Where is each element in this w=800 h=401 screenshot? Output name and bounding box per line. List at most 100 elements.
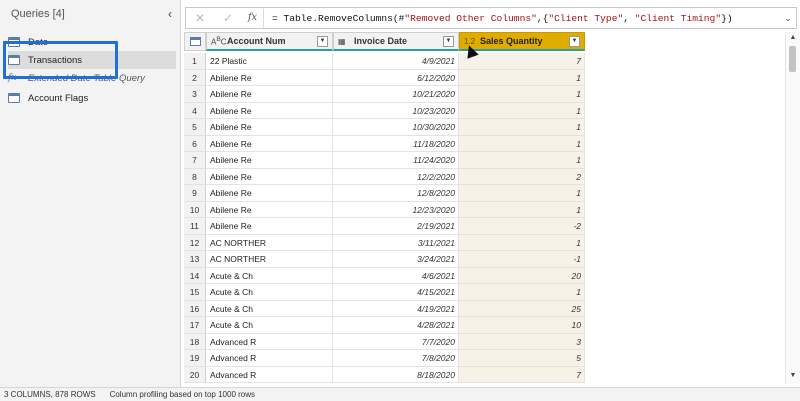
row-number[interactable]: 14 [184, 267, 206, 284]
cell-sales-quantity[interactable]: 10 [459, 317, 585, 334]
cell-sales-quantity[interactable]: 1 [459, 234, 585, 251]
row-number[interactable]: 7 [184, 152, 206, 169]
cell-sales-quantity[interactable]: 5 [459, 350, 585, 367]
cell-sales-quantity[interactable]: 1 [459, 69, 585, 86]
row-number[interactable]: 8 [184, 168, 206, 185]
column-header-sales-quantity[interactable]: 1.2 Sales Quantity ▼ [459, 32, 585, 51]
cell-account-num[interactable]: Acute & Ch [206, 317, 333, 334]
filter-dropdown-icon[interactable]: ▼ [569, 35, 580, 47]
cell-account-num[interactable]: Abilene Re [206, 69, 333, 86]
calendar-icon[interactable]: ▦ [338, 37, 354, 46]
row-number[interactable]: 16 [184, 300, 206, 317]
row-number[interactable]: 15 [184, 284, 206, 301]
cell-invoice-date[interactable]: 10/23/2020 [333, 102, 459, 119]
cell-account-num[interactable]: Acute & Ch [206, 267, 333, 284]
cell-invoice-date[interactable]: 11/24/2020 [333, 152, 459, 169]
cell-sales-quantity[interactable]: 7 [459, 366, 585, 383]
cell-sales-quantity[interactable]: 1 [459, 86, 585, 103]
cell-invoice-date[interactable]: 7/8/2020 [333, 350, 459, 367]
cell-sales-quantity[interactable]: 1 [459, 201, 585, 218]
cell-account-num[interactable]: AC NORTHER [206, 251, 333, 268]
fx-button[interactable]: fx [242, 8, 264, 28]
cell-invoice-date[interactable]: 6/12/2020 [333, 69, 459, 86]
table-menu-button[interactable] [184, 32, 206, 51]
cell-invoice-date[interactable]: 2/19/2021 [333, 218, 459, 235]
cell-invoice-date[interactable]: 12/2/2020 [333, 168, 459, 185]
row-number[interactable]: 13 [184, 251, 206, 268]
cell-invoice-date[interactable]: 4/15/2021 [333, 284, 459, 301]
cell-invoice-date[interactable]: 4/6/2021 [333, 267, 459, 284]
row-number[interactable]: 2 [184, 69, 206, 86]
row-number[interactable]: 4 [184, 102, 206, 119]
cell-invoice-date[interactable]: 12/23/2020 [333, 201, 459, 218]
cell-invoice-date[interactable]: 3/24/2021 [333, 251, 459, 268]
cancel-icon[interactable]: ✕ [186, 11, 214, 25]
cell-account-num[interactable]: Abilene Re [206, 218, 333, 235]
column-header-account-num[interactable]: ABC Account Num ▼ [206, 32, 333, 51]
cell-account-num[interactable]: AC NORTHER [206, 234, 333, 251]
cell-invoice-date[interactable]: 4/28/2021 [333, 317, 459, 334]
formula-input[interactable]: = Table.RemoveColumns(#"Removed Other Co… [264, 13, 780, 24]
cell-account-num[interactable]: Abilene Re [206, 168, 333, 185]
cell-account-num[interactable]: Abilene Re [206, 119, 333, 136]
cell-account-num[interactable]: Abilene Re [206, 86, 333, 103]
cell-account-num[interactable]: Abilene Re [206, 152, 333, 169]
scroll-up-icon[interactable]: ▲ [788, 34, 798, 44]
column-header-invoice-date[interactable]: ▦ Invoice Date ▼ [333, 32, 459, 51]
cell-sales-quantity[interactable]: 1 [459, 102, 585, 119]
cell-sales-quantity[interactable]: -1 [459, 251, 585, 268]
commit-icon[interactable]: ✓ [214, 11, 242, 25]
row-number[interactable]: 5 [184, 119, 206, 136]
cell-invoice-date[interactable]: 8/18/2020 [333, 366, 459, 383]
cell-account-num[interactable]: 22 Plastic [206, 53, 333, 70]
cell-sales-quantity[interactable]: 20 [459, 267, 585, 284]
collapse-pane-button[interactable]: ‹ [163, 6, 177, 22]
cell-sales-quantity[interactable]: 2 [459, 168, 585, 185]
cell-invoice-date[interactable]: 10/30/2020 [333, 119, 459, 136]
row-number[interactable]: 20 [184, 366, 206, 383]
query-item-account-flags[interactable]: Account Flags [8, 89, 176, 107]
cell-sales-quantity[interactable]: 7 [459, 53, 585, 70]
row-number[interactable]: 19 [184, 350, 206, 367]
cell-invoice-date[interactable]: 4/19/2021 [333, 300, 459, 317]
cell-account-num[interactable]: Abilene Re [206, 102, 333, 119]
row-number[interactable]: 1 [184, 53, 206, 70]
cell-account-num[interactable]: Abilene Re [206, 185, 333, 202]
query-item-extended-date-table[interactable]: fx Extended Date Table Query [8, 69, 176, 87]
vertical-scrollbar[interactable]: ▲ ▼ [785, 32, 800, 384]
row-number[interactable]: 17 [184, 317, 206, 334]
row-number[interactable]: 11 [184, 218, 206, 235]
cell-invoice-date[interactable]: 7/7/2020 [333, 333, 459, 350]
cell-sales-quantity[interactable]: 3 [459, 333, 585, 350]
query-item-date[interactable]: Date [8, 33, 176, 51]
cell-invoice-date[interactable]: 3/11/2021 [333, 234, 459, 251]
cell-invoice-date[interactable]: 10/21/2020 [333, 86, 459, 103]
cell-sales-quantity[interactable]: 1 [459, 185, 585, 202]
row-number[interactable]: 6 [184, 135, 206, 152]
filter-dropdown-icon[interactable]: ▼ [317, 35, 328, 47]
cell-sales-quantity[interactable]: 1 [459, 135, 585, 152]
cell-invoice-date[interactable]: 12/8/2020 [333, 185, 459, 202]
cell-sales-quantity[interactable]: -2 [459, 218, 585, 235]
cell-account-num[interactable]: Advanced R [206, 350, 333, 367]
cell-sales-quantity[interactable]: 1 [459, 284, 585, 301]
scrollbar-thumb[interactable] [789, 46, 796, 72]
cell-account-num[interactable]: Acute & Ch [206, 300, 333, 317]
scroll-down-icon[interactable]: ▼ [788, 372, 798, 382]
cell-account-num[interactable]: Advanced R [206, 366, 333, 383]
row-number[interactable]: 3 [184, 86, 206, 103]
row-number[interactable]: 9 [184, 185, 206, 202]
filter-dropdown-icon[interactable]: ▼ [443, 35, 454, 47]
cell-invoice-date[interactable]: 4/9/2021 [333, 53, 459, 70]
text-type-icon[interactable]: ABC [211, 36, 227, 47]
cell-sales-quantity[interactable]: 1 [459, 119, 585, 136]
chevron-down-icon[interactable]: ⌄ [780, 13, 796, 24]
cell-invoice-date[interactable]: 11/18/2020 [333, 135, 459, 152]
cell-sales-quantity[interactable]: 25 [459, 300, 585, 317]
row-number[interactable]: 12 [184, 234, 206, 251]
query-item-transactions[interactable]: Transactions [8, 51, 176, 69]
cell-account-num[interactable]: Acute & Ch [206, 284, 333, 301]
cell-account-num[interactable]: Abilene Re [206, 201, 333, 218]
cell-sales-quantity[interactable]: 1 [459, 152, 585, 169]
row-number[interactable]: 18 [184, 333, 206, 350]
